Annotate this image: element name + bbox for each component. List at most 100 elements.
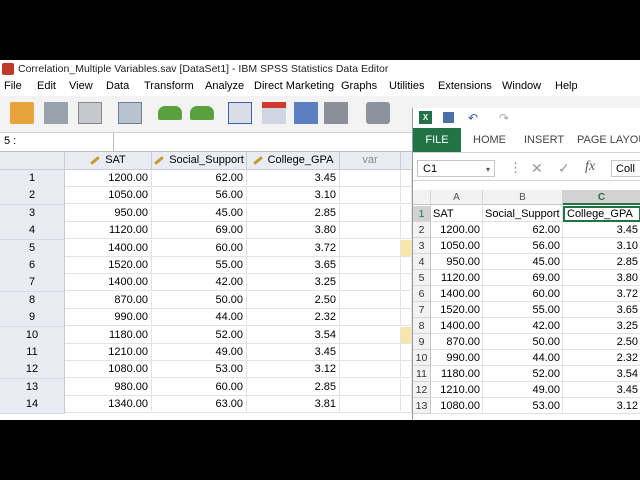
menu-file[interactable]: File [4, 80, 22, 92]
empty-cell[interactable] [401, 187, 412, 205]
excel-data-cell[interactable]: 3.65 [563, 302, 640, 318]
empty-cell[interactable] [401, 378, 412, 396]
excel-data-cell[interactable]: 53.00 [483, 398, 563, 414]
excel-data-cell[interactable]: 52.00 [483, 366, 563, 382]
excel-data-cell[interactable]: 56.00 [483, 238, 563, 254]
name-box[interactable]: C1 ▾ [417, 160, 495, 177]
enter-icon[interactable]: ✓ [558, 160, 570, 177]
excel-data-cell[interactable]: 62.00 [483, 222, 563, 238]
excel-header-cell[interactable]: SAT [431, 206, 483, 222]
empty-cell[interactable] [401, 257, 412, 274]
col-header-social-support[interactable]: Social_Support [152, 152, 247, 170]
excel-data-cell[interactable]: 2.85 [563, 254, 640, 270]
excel-row-number[interactable]: 2 [413, 222, 431, 238]
excel-data-cell[interactable]: 1120.00 [431, 270, 483, 286]
excel-data-cell[interactable]: 1210.00 [431, 382, 483, 398]
excel-data-cell[interactable]: 990.00 [431, 350, 483, 366]
data-cell[interactable]: 44.00 [152, 309, 247, 327]
find-icon[interactable] [366, 102, 390, 124]
data-cell[interactable]: 1400.00 [65, 274, 152, 292]
excel-data-cell[interactable]: 42.00 [483, 318, 563, 334]
data-cell[interactable]: 3.45 [247, 170, 340, 187]
empty-cell[interactable] [401, 396, 412, 414]
undo-icon[interactable]: ↶ [468, 111, 478, 125]
excel-data-cell[interactable]: 3.10 [563, 238, 640, 254]
excel-row-number[interactable]: 1 [413, 206, 431, 222]
row-number[interactable]: 4 [0, 222, 65, 241]
data-cell[interactable]: 62.00 [152, 170, 247, 187]
empty-cell[interactable] [340, 170, 401, 187]
data-cell[interactable]: 2.85 [247, 378, 340, 396]
go-to-variable-icon[interactable] [262, 102, 286, 124]
formula-input[interactable]: Coll [611, 160, 640, 177]
excel-data-cell[interactable]: 1050.00 [431, 238, 483, 254]
data-cell[interactable]: 3.10 [247, 187, 340, 205]
empty-cell[interactable] [340, 239, 401, 257]
empty-cell[interactable] [401, 291, 412, 309]
print-icon[interactable] [78, 102, 102, 124]
data-cell[interactable]: 1340.00 [65, 396, 152, 414]
empty-cell[interactable] [340, 274, 401, 292]
excel-data-cell[interactable]: 2.50 [563, 334, 640, 350]
data-cell[interactable]: 42.00 [152, 274, 247, 292]
data-cell[interactable]: 3.72 [247, 239, 340, 257]
data-cell[interactable]: 49.00 [152, 344, 247, 361]
col-header-var[interactable]: var [340, 152, 401, 170]
excel-data-cell[interactable]: 60.00 [483, 286, 563, 302]
empty-cell[interactable] [340, 204, 401, 222]
empty-cell[interactable] [340, 344, 401, 361]
row-number[interactable]: 2 [0, 187, 65, 206]
col-letter-c[interactable]: C [563, 190, 640, 205]
menu-utilities[interactable]: Utilities [389, 80, 424, 92]
data-cell[interactable]: 63.00 [152, 396, 247, 414]
split-file-icon[interactable] [324, 102, 348, 124]
excel-data-cell[interactable]: 950.00 [431, 254, 483, 270]
menu-data[interactable]: Data [106, 80, 129, 92]
menu-direct-marketing[interactable]: Direct Marketing [254, 80, 334, 92]
excel-data-cell[interactable]: 3.45 [563, 222, 640, 238]
menu-window[interactable]: Window [502, 80, 541, 92]
row-number[interactable]: 12 [0, 361, 65, 380]
data-cell[interactable]: 1180.00 [65, 326, 152, 344]
empty-cell[interactable] [401, 361, 412, 379]
tab-insert[interactable]: INSERT [524, 134, 564, 146]
excel-data-cell[interactable]: 3.12 [563, 398, 640, 414]
col-letter-a[interactable]: A [431, 190, 483, 205]
data-cell[interactable]: 1080.00 [65, 361, 152, 379]
excel-row-number[interactable]: 8 [413, 318, 431, 334]
empty-cell[interactable] [401, 274, 412, 292]
data-cell[interactable]: 69.00 [152, 222, 247, 240]
data-cell[interactable]: 870.00 [65, 291, 152, 309]
tab-home[interactable]: HOME [473, 134, 506, 146]
data-cell[interactable]: 1210.00 [65, 344, 152, 361]
row-number[interactable]: 7 [0, 274, 65, 293]
undo-icon[interactable] [158, 106, 182, 120]
excel-data-cell[interactable]: 2.32 [563, 350, 640, 366]
data-cell[interactable]: 1200.00 [65, 170, 152, 187]
excel-data-cell[interactable]: 1200.00 [431, 222, 483, 238]
data-cell[interactable]: 2.32 [247, 309, 340, 327]
excel-data-cell[interactable]: 1080.00 [431, 398, 483, 414]
empty-cell[interactable] [340, 309, 401, 327]
excel-row-number[interactable]: 4 [413, 254, 431, 270]
menu-view[interactable]: View [69, 80, 93, 92]
excel-data-cell[interactable]: 870.00 [431, 334, 483, 350]
empty-cell[interactable] [401, 222, 412, 240]
data-cell[interactable]: 52.00 [152, 326, 247, 344]
excel-data-cell[interactable]: 3.54 [563, 366, 640, 382]
go-to-case-icon[interactable] [228, 102, 252, 124]
excel-data-cell[interactable]: 1180.00 [431, 366, 483, 382]
redo-icon[interactable]: ↷ [499, 111, 509, 125]
excel-row-number[interactable]: 6 [413, 286, 431, 302]
data-cell[interactable]: 3.81 [247, 396, 340, 414]
empty-cell[interactable] [401, 326, 412, 344]
empty-cell[interactable] [340, 378, 401, 396]
data-cell[interactable]: 1520.00 [65, 257, 152, 274]
menu-edit[interactable]: Edit [37, 80, 56, 92]
excel-data-cell[interactable]: 3.72 [563, 286, 640, 302]
dialog-recall-icon[interactable] [118, 102, 142, 124]
data-cell[interactable]: 950.00 [65, 204, 152, 222]
excel-row-number[interactable]: 3 [413, 238, 431, 254]
excel-header-cell[interactable]: College_GPA [563, 206, 640, 222]
save-icon[interactable] [443, 112, 454, 123]
